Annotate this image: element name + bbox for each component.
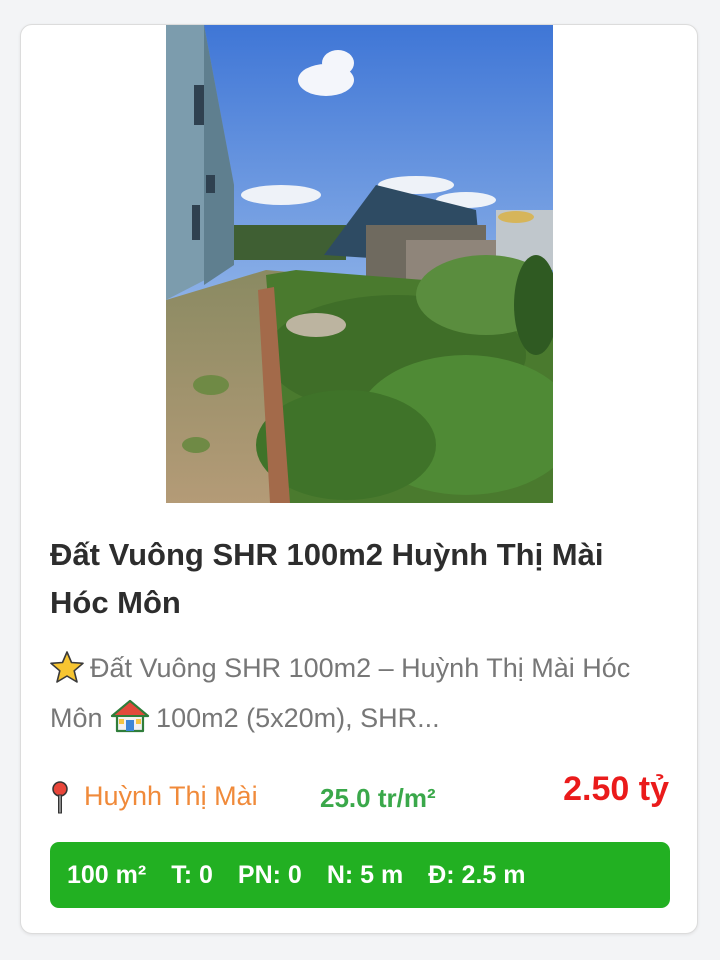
listing-price: 2.50 tỷ xyxy=(563,770,669,808)
spec-frontage: N: 5 m xyxy=(326,860,404,889)
spec-area: 100 m² xyxy=(67,860,147,889)
listing-photo[interactable] xyxy=(166,25,553,503)
listing-meta-row: Huỳnh Thị Mài 25.0 tr/m² 2.50 tỷ xyxy=(50,770,672,821)
listing-specs-bar: 100 m² T: 0 PN: 0 N: 5 m Đ: 2.5 m xyxy=(50,842,670,908)
spec-bedrooms: PN: 0 xyxy=(237,860,302,889)
listing-description: Đất Vuông SHR 100m2 – Huỳnh Thị Mài Hóc … xyxy=(50,646,672,746)
listing-photo-image xyxy=(166,25,553,503)
house-icon xyxy=(110,699,150,746)
star-icon xyxy=(50,651,84,696)
listing-location: Huỳnh Thị Mài xyxy=(84,781,258,811)
listing-unit-price: 25.0 tr/m² xyxy=(320,783,436,813)
spec-road-width: Đ: 2.5 m xyxy=(428,860,526,889)
location-pin-icon xyxy=(50,781,70,815)
listing-title[interactable]: Đất Vuông SHR 100m2 Huỳnh Thị Mài Hóc Mô… xyxy=(50,531,650,627)
spec-floors: T: 0 xyxy=(171,860,213,889)
listing-card[interactable]: Đất Vuông SHR 100m2 Huỳnh Thị Mài Hóc Mô… xyxy=(20,24,698,934)
